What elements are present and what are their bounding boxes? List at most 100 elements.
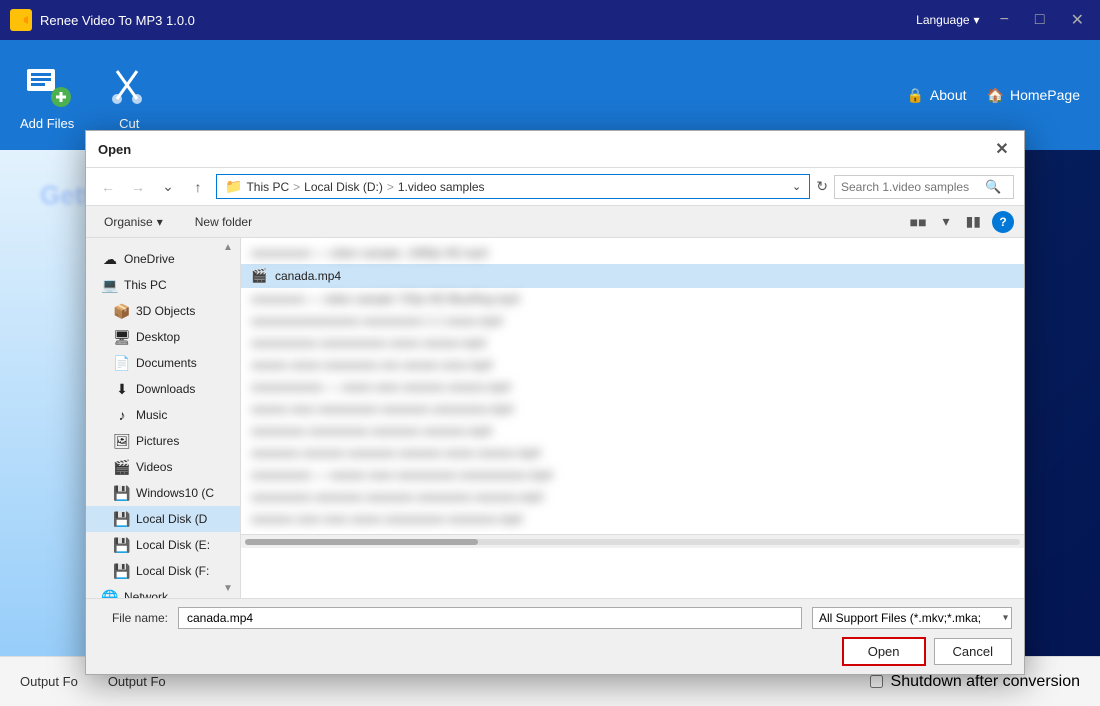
dialog-close-button[interactable]: ✕ xyxy=(992,139,1012,159)
file-list-area: xxxxxxxxxx — video sample, 1080p HD.mp4 … xyxy=(241,238,1024,598)
nav-forward-button[interactable]: → xyxy=(126,175,150,199)
nav-recent-button[interactable]: ⌄ xyxy=(156,175,180,199)
file-item-blurred-9[interactable]: xxxxxxxx xxxxxxx xxxxxxxx xxxxxxx xxxxx … xyxy=(241,442,1024,464)
sidebar-scroll-down[interactable]: ▼ xyxy=(220,583,236,594)
nav-back-button[interactable]: ← xyxy=(96,175,120,199)
sidebar-item-windows10[interactable]: 💾 Windows10 (C xyxy=(86,480,240,506)
file-item-blurred-4[interactable]: xxxxxxxxxxx xxxxxxxxxxx xxxxx xxxxxx.mp4 xyxy=(241,332,1024,354)
sidebar-item-3d-objects[interactable]: 📦 3D Objects xyxy=(86,298,240,324)
sidebar-item-desktop[interactable]: 🖥 Desktop xyxy=(86,324,240,350)
organise-button[interactable]: Organise ▾ xyxy=(96,212,171,232)
downloads-icon: ⬇ xyxy=(114,381,130,397)
sidebar-item-local-disk-f[interactable]: 💾 Local Disk (F: xyxy=(86,558,240,584)
shutdown-label: Shutdown after conversion xyxy=(891,673,1080,691)
sidebar-item-downloads[interactable]: ⬇ Downloads xyxy=(86,376,240,402)
cancel-button[interactable]: Cancel xyxy=(934,638,1012,665)
view-chevron-icon[interactable]: ▾ xyxy=(938,210,955,233)
add-files-icon xyxy=(22,60,72,110)
pictures-icon: 🖼 xyxy=(114,433,130,449)
sidebar-label-videos: Videos xyxy=(136,460,172,474)
file-item-blurred-3[interactable]: xxxxxxxxxxxxxxxxxx xxxxxxxxxx 1 1 xxxxx.… xyxy=(241,310,1024,332)
filename-row: File name: All Support Files (*.mkv;*.mk… xyxy=(98,607,1012,629)
cut-label: Cut xyxy=(119,116,139,131)
view-layout-button[interactable]: ▮▮ xyxy=(961,210,986,233)
lock-icon: 🔒 xyxy=(906,87,923,104)
sidebar-label-documents: Documents xyxy=(136,356,197,370)
about-link[interactable]: 🔒 About xyxy=(906,87,966,104)
sidebar-item-videos[interactable]: 🎬 Videos xyxy=(86,454,240,480)
file-name-label: File name: xyxy=(98,611,168,625)
this-pc-icon: 💻 xyxy=(102,277,118,293)
minimize-button[interactable]: − xyxy=(994,9,1015,31)
refresh-button[interactable]: ↻ xyxy=(816,178,828,195)
sidebar-label-local-disk-e: Local Disk (E: xyxy=(136,538,210,552)
sidebar-scroll-up[interactable]: ▲ xyxy=(220,242,236,253)
file-item-blurred-8[interactable]: xxxxxxxxx xxxxxxxxxx xxxxxxxx xxxxxxx.mp… xyxy=(241,420,1024,442)
filetype-select[interactable]: All Support Files (*.mkv;*.mka; All File… xyxy=(812,607,1012,629)
organise-label: Organise xyxy=(104,215,153,229)
sidebar-label-music: Music xyxy=(136,408,167,422)
homepage-link[interactable]: 🏠 HomePage xyxy=(987,87,1080,104)
address-bar: ← → ⌄ ↑ 📁 This PC > Local Disk (D:) > 1.… xyxy=(86,168,1024,206)
action-row: Open Cancel xyxy=(98,637,1012,666)
addr-this-pc: This PC xyxy=(246,180,289,194)
local-disk-f-icon: 💾 xyxy=(114,563,130,579)
dialog-sidebar: ▲ ☁ OneDrive 💻 This PC 📦 3D Objects 🖥 De… xyxy=(86,238,241,598)
addr-local-disk: Local Disk (D:) xyxy=(304,180,383,194)
addr-folder: 1.video samples xyxy=(398,180,485,194)
file-list: xxxxxxxxxx — video sample, 1080p HD.mp4 … xyxy=(241,238,1024,534)
app-title: Renee Video To MP3 1.0.0 xyxy=(40,13,195,28)
new-folder-button[interactable]: New folder xyxy=(187,212,260,232)
help-button[interactable]: ? xyxy=(992,211,1014,233)
file-item-blurred-1[interactable]: xxxxxxxxxx — video sample, 1080p HD.mp4 xyxy=(241,242,1024,264)
titlebar-right: Language ▾ − □ ✕ xyxy=(916,8,1090,32)
sidebar-item-onedrive[interactable]: ☁ OneDrive xyxy=(86,246,240,272)
addr-folder-icon: 📁 xyxy=(225,178,242,195)
filename-input[interactable] xyxy=(178,607,802,629)
sidebar-label-pictures: Pictures xyxy=(136,434,179,448)
add-files-button[interactable]: Add Files xyxy=(20,60,74,131)
hscroll-thumb[interactable] xyxy=(245,539,478,545)
addr-dropdown-icon[interactable]: ⌄ xyxy=(792,180,801,193)
file-item-blurred-12[interactable]: xxxxxxx xxxx xxxx xxxxx xxxxxxxxxx xxxxx… xyxy=(241,508,1024,530)
file-item-blurred-10[interactable]: xxxxxxxxxx — xxxxxx xxxx xxxxxxxxxx xxxx… xyxy=(241,464,1024,486)
sidebar-item-network[interactable]: 🌐 Network xyxy=(86,584,240,598)
view-grid-button[interactable]: ■■ xyxy=(905,211,932,233)
open-button[interactable]: Open xyxy=(842,637,926,666)
addr-sep1: > xyxy=(293,180,300,194)
file-item-blurred-6[interactable]: xxxxxxxxxxxx — xxxxx xxxx xxxxxxx xxxxxx… xyxy=(241,376,1024,398)
sidebar-item-music[interactable]: ♪ Music xyxy=(86,402,240,428)
file-item-blurred-11[interactable]: xxxxxxxxxx xxxxxxxx xxxxxxxx xxxxxxxxx x… xyxy=(241,486,1024,508)
cut-button[interactable]: Cut xyxy=(104,60,154,131)
toolbar-right-links: 🔒 About 🏠 HomePage xyxy=(906,87,1080,104)
sidebar-item-documents[interactable]: 📄 Documents xyxy=(86,350,240,376)
dialog-toolbar: Organise ▾ New folder ■■ ▾ ▮▮ ? xyxy=(86,206,1024,238)
documents-icon: 📄 xyxy=(114,355,130,371)
shutdown-checkbox[interactable] xyxy=(870,675,883,688)
hscroll-bar-area[interactable] xyxy=(241,534,1024,548)
nav-up-button[interactable]: ↑ xyxy=(186,175,210,199)
search-input[interactable] xyxy=(841,180,981,194)
sidebar-item-this-pc[interactable]: 💻 This PC xyxy=(86,272,240,298)
file-item-blurred-7[interactable]: xxxxxx xxxx xxxxxxxxxx xxxxxxxx xxxxxxxx… xyxy=(241,398,1024,420)
maximize-button[interactable]: □ xyxy=(1029,9,1051,31)
organise-chevron-icon: ▾ xyxy=(157,215,163,229)
search-icon: 🔍 xyxy=(985,179,1001,195)
new-folder-label: New folder xyxy=(195,215,252,229)
dialog-body: ▲ ☁ OneDrive 💻 This PC 📦 3D Objects 🖥 De… xyxy=(86,238,1024,598)
sidebar-item-local-disk-d[interactable]: 💾 Local Disk (D xyxy=(86,506,240,532)
close-button[interactable]: ✕ xyxy=(1065,8,1090,32)
language-button[interactable]: Language ▾ xyxy=(916,13,979,27)
titlebar: Renee Video To MP3 1.0.0 Language ▾ − □ … xyxy=(0,0,1100,40)
video-file-icon: 🎬 xyxy=(251,268,267,284)
sidebar-item-pictures[interactable]: 🖼 Pictures xyxy=(86,428,240,454)
file-item-blurred-2[interactable]: xxxxxxxxx — video sample 720p HD BlueRay… xyxy=(241,288,1024,310)
dialog-title: Open xyxy=(98,142,131,157)
sidebar-label-this-pc: This PC xyxy=(124,278,167,292)
address-path[interactable]: 📁 This PC > Local Disk (D:) > 1.video sa… xyxy=(216,174,810,199)
open-dialog: Open ✕ ← → ⌄ ↑ 📁 This PC > Local Disk (D… xyxy=(85,130,1025,675)
output-folder-label: Output Fo xyxy=(108,674,166,689)
file-item-blurred-5[interactable]: xxxxxx xxxxx xxxxxxxxx xxx xxxxxx xxxx.m… xyxy=(241,354,1024,376)
file-item-canada[interactable]: 🎬 canada.mp4 xyxy=(241,264,1024,288)
sidebar-item-local-disk-e[interactable]: 💾 Local Disk (E: xyxy=(86,532,240,558)
